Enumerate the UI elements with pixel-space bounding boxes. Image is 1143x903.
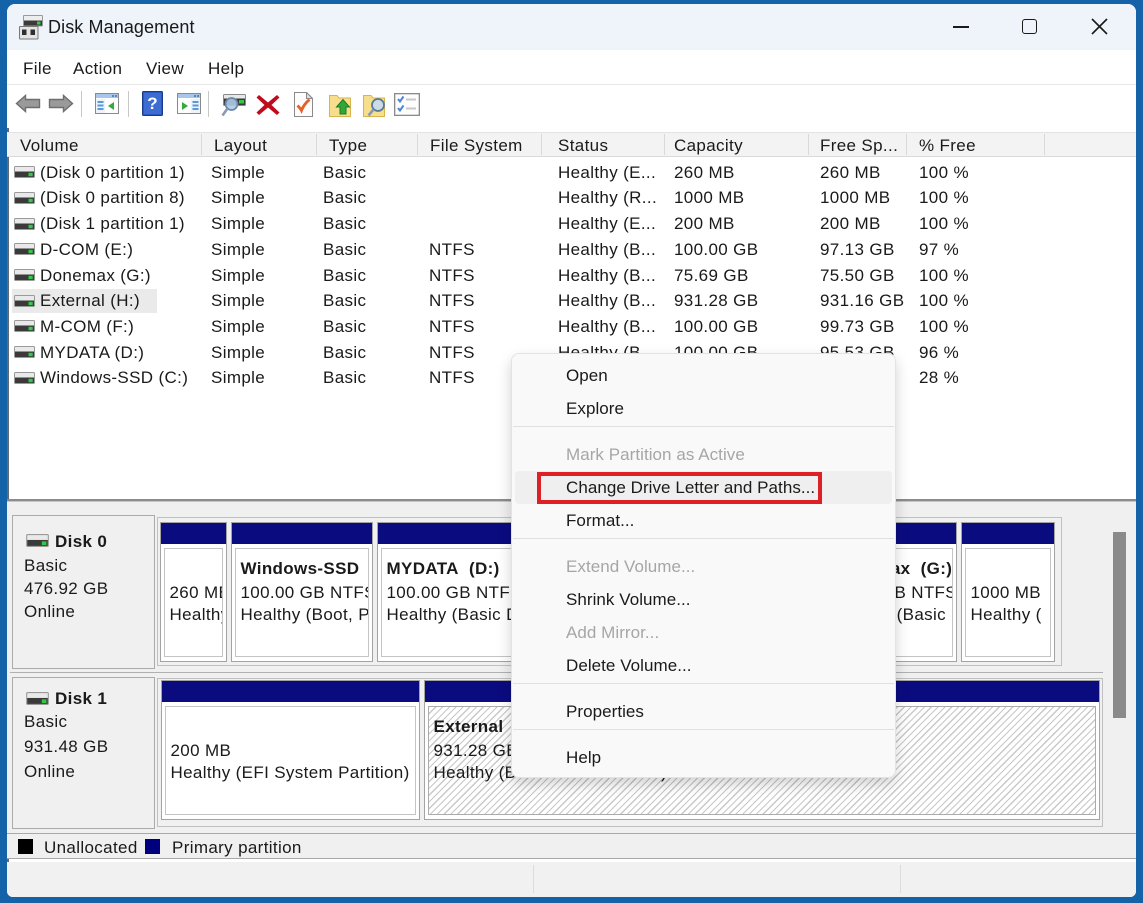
svg-text:?: ?: [147, 94, 157, 113]
